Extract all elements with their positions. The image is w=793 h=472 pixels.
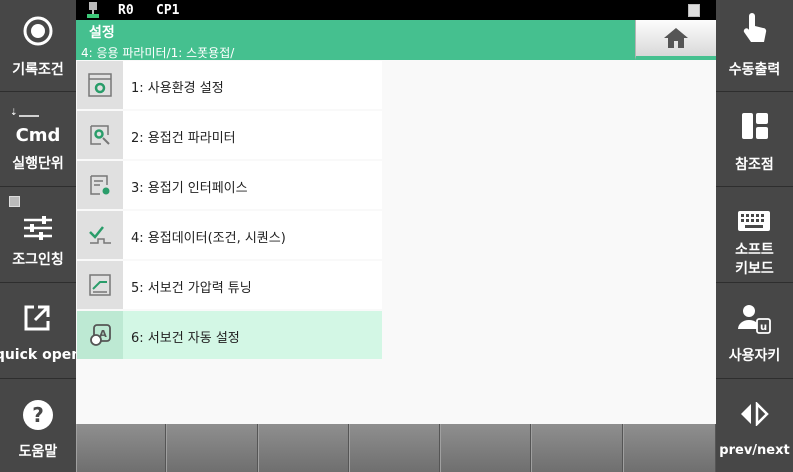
menu-item-label: 5: 서보건 가압력 튜닝 bbox=[131, 281, 252, 296]
exec-unit-label: 실행단위 bbox=[12, 156, 64, 172]
cp-indicator: CP1 bbox=[156, 3, 180, 18]
help-button[interactable]: ? 도움말 bbox=[0, 379, 76, 472]
prev-next-button[interactable]: prev/next bbox=[716, 379, 793, 472]
battery-icon bbox=[688, 4, 700, 17]
record-condition-label: 기록조건 bbox=[12, 62, 64, 78]
jog-checkbox[interactable] bbox=[9, 196, 20, 207]
quick-open-label: quick open bbox=[0, 347, 82, 363]
user-key-icon: u bbox=[738, 305, 771, 334]
fkey-1[interactable] bbox=[76, 424, 166, 472]
gun-param-icon bbox=[90, 125, 110, 145]
record-icon bbox=[23, 16, 53, 46]
right-panel: 수동출력 참조점 소프트 키보드 u 사용자키 prev/next bbox=[716, 0, 793, 472]
cmd-label: Cmd bbox=[15, 125, 61, 146]
servo-pressure-icon bbox=[89, 274, 111, 296]
title-bar: 설정 4: 응용 파라미터/1: 스폿용접/ bbox=[76, 20, 635, 60]
quick-open-button[interactable]: quick open bbox=[0, 283, 81, 379]
soft-keyboard-label-1: 소프트 bbox=[735, 242, 774, 258]
robot-indicator: R0 bbox=[118, 3, 134, 18]
reference-point-button[interactable]: 참조점 bbox=[716, 92, 793, 187]
svg-text:⇣: ⇣ bbox=[10, 108, 18, 118]
menu-item-welder-interface[interactable]: 3: 용접기 인터페이스 bbox=[77, 161, 382, 209]
svg-text:?: ? bbox=[32, 403, 44, 427]
home-icon bbox=[664, 28, 688, 48]
user-key-button[interactable]: u 사용자키 bbox=[716, 283, 793, 379]
menu-item-label: 6: 서보건 자동 설정 bbox=[131, 331, 240, 346]
jog-inching-button[interactable]: 조그인칭 bbox=[0, 187, 76, 283]
servo-auto-icon: A bbox=[90, 324, 111, 346]
reference-point-label: 참조점 bbox=[735, 157, 774, 173]
menu-item-label: 2: 용접건 파라미터 bbox=[131, 131, 236, 146]
menu-item-servo-pressure[interactable]: 5: 서보건 가압력 튜닝 bbox=[77, 261, 382, 309]
weld-data-icon bbox=[89, 226, 111, 244]
fkey-2[interactable] bbox=[166, 424, 258, 472]
menu-item-servo-auto[interactable]: A 6: 서보건 자동 설정 bbox=[77, 311, 382, 359]
exec-unit-button[interactable]: ⇣ Cmd 실행단위 bbox=[0, 92, 76, 187]
menu-item-label: 1: 사용환경 설정 bbox=[131, 81, 224, 96]
fkey-3[interactable] bbox=[258, 424, 349, 472]
breadcrumb: 4: 응용 파라미터/1: 스폿용접/ bbox=[81, 46, 235, 60]
record-condition-button[interactable]: 기록조건 bbox=[0, 0, 76, 92]
status-bar: R0 CP1 bbox=[76, 0, 716, 20]
function-key-bar bbox=[76, 424, 716, 472]
fkey-5[interactable] bbox=[440, 424, 531, 472]
keyboard-icon bbox=[738, 211, 770, 231]
menu-list: 1: 사용환경 설정 2: 용접건 파라미터 3: 용접기 인터페이스 4: 용… bbox=[76, 60, 716, 424]
menu-item-label: 4: 용접데이터(조건, 시퀀스) bbox=[131, 231, 286, 246]
manual-output-button[interactable]: 수동출력 bbox=[716, 0, 793, 92]
prev-next-label: prev/next bbox=[719, 443, 790, 458]
soft-keyboard-button[interactable]: 소프트 키보드 bbox=[716, 187, 793, 283]
hand-pointer-icon bbox=[743, 13, 767, 42]
left-panel: 기록조건 ⇣ Cmd 실행단위 조그인칭 quick open ? 도움말 bbox=[0, 0, 81, 472]
menu-item-weld-data[interactable]: 4: 용접데이터(조건, 시퀀스) bbox=[77, 211, 382, 259]
welder-interface-icon bbox=[90, 175, 110, 195]
home-button[interactable] bbox=[635, 20, 716, 60]
step-icon: ⇣ bbox=[10, 108, 39, 118]
open-external-icon bbox=[24, 305, 50, 331]
fkey-4[interactable] bbox=[349, 424, 440, 472]
menu-item-gun-param[interactable]: 2: 용접건 파라미터 bbox=[77, 111, 382, 159]
soft-keyboard-label-2: 키보드 bbox=[735, 261, 774, 277]
layout-icon bbox=[742, 113, 768, 139]
help-label: 도움말 bbox=[18, 444, 58, 460]
svg-text:A: A bbox=[99, 329, 107, 340]
help-icon: ? bbox=[23, 400, 53, 430]
page-title: 설정 bbox=[89, 25, 115, 41]
fkey-6[interactable] bbox=[531, 424, 623, 472]
user-key-label: 사용자키 bbox=[728, 348, 781, 364]
menu-item-label: 3: 용접기 인터페이스 bbox=[131, 181, 248, 196]
jog-inching-label: 조그인칭 bbox=[12, 252, 64, 268]
manual-output-label: 수동출력 bbox=[728, 62, 781, 78]
sliders-icon bbox=[24, 216, 52, 240]
prev-next-icon bbox=[741, 402, 769, 426]
svg-text:u: u bbox=[760, 322, 767, 333]
menu-item-env-settings[interactable]: 1: 사용환경 설정 bbox=[77, 61, 382, 109]
teach-pendant-screen: 기록조건 ⇣ Cmd 실행단위 조그인칭 quick open ? 도움말 R0… bbox=[0, 0, 793, 472]
env-settings-icon bbox=[88, 73, 112, 97]
fkey-7[interactable] bbox=[623, 424, 716, 472]
robot-status-icon bbox=[87, 2, 99, 18]
